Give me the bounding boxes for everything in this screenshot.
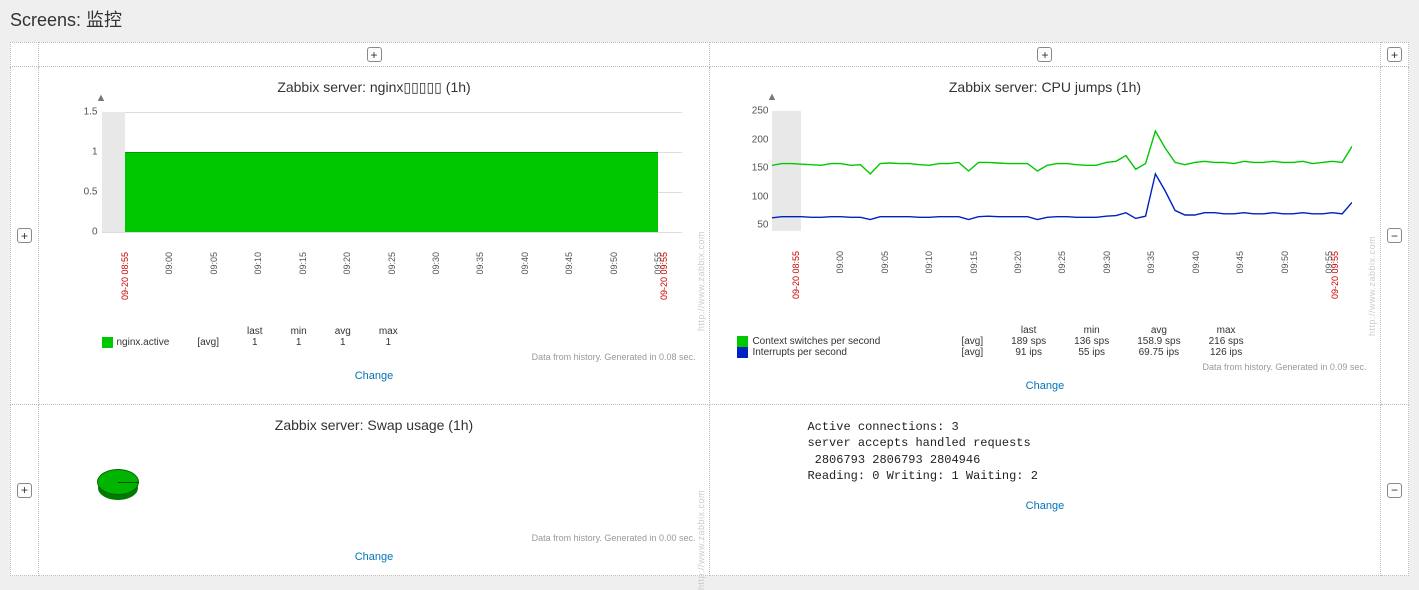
footer-note: Data from history. Generated in 0.08 sec…	[47, 348, 702, 364]
screen-grid: + + + + Zabbix server: nginx▯▯▯▯▯ (1h) ▲…	[10, 42, 1409, 576]
nginx-xaxis: 09-20 08:5509:0009:0509:1009:1509:2009:2…	[102, 252, 682, 322]
page-title-name: 监控	[86, 10, 122, 30]
add-row-button[interactable]: +	[17, 483, 32, 498]
page-title-prefix: Screens:	[10, 10, 86, 30]
cpu-xaxis: 09-20 08:5509:0009:0509:1009:1509:2009:2…	[772, 251, 1352, 321]
cpu-chart: ▲ 50100150200250	[772, 101, 1352, 251]
panel-cpu: Zabbix server: CPU jumps (1h) ▲ 50100150…	[717, 71, 1372, 400]
panel-swap: Zabbix server: Swap usage (1h) Data from…	[47, 409, 702, 571]
footer-note: Data from history. Generated in 0.00 sec…	[47, 529, 702, 545]
remove-row-button[interactable]: −	[1387, 228, 1402, 243]
add-row-button[interactable]: +	[17, 228, 32, 243]
cpu-legend: last min avg max Context switches per se…	[737, 325, 1372, 358]
nginx-chart: ▲ 00.511.5	[102, 102, 682, 252]
watermark: http://www.zabbix.com	[1367, 236, 1377, 336]
page-title: Screens: 监控	[0, 0, 1419, 42]
change-link[interactable]: Change	[355, 551, 394, 563]
remove-row-button[interactable]: −	[1387, 483, 1402, 498]
panel-nginx: Zabbix server: nginx▯▯▯▯▯ (1h) ▲ 00.511.…	[47, 71, 702, 390]
change-link[interactable]: Change	[1026, 500, 1065, 512]
chart-title: Zabbix server: Swap usage (1h)	[47, 409, 702, 439]
add-column-button[interactable]: +	[1387, 47, 1402, 62]
add-column-button[interactable]: +	[367, 47, 382, 62]
swap-pie	[47, 439, 702, 529]
pie-slice	[97, 469, 139, 495]
change-link[interactable]: Change	[355, 370, 394, 382]
watermark: http://www.zabbix.com	[697, 231, 707, 331]
legend-swatch	[102, 337, 113, 348]
nginx-status-text: Active connections: 3 server accepts han…	[717, 409, 1372, 494]
chart-title: Zabbix server: nginx▯▯▯▯▯ (1h)	[47, 71, 702, 102]
y-arrow-icon: ▲	[96, 92, 107, 104]
panel-nginx-status: Active connections: 3 server accepts han…	[717, 409, 1372, 520]
change-link[interactable]: Change	[1026, 380, 1065, 392]
footer-note: Data from history. Generated in 0.09 sec…	[717, 358, 1372, 374]
nginx-legend: last min avg max nginx.active [avg] 1 1 …	[102, 326, 702, 348]
chart-title: Zabbix server: CPU jumps (1h)	[717, 71, 1372, 101]
add-column-button[interactable]: +	[1037, 47, 1052, 62]
